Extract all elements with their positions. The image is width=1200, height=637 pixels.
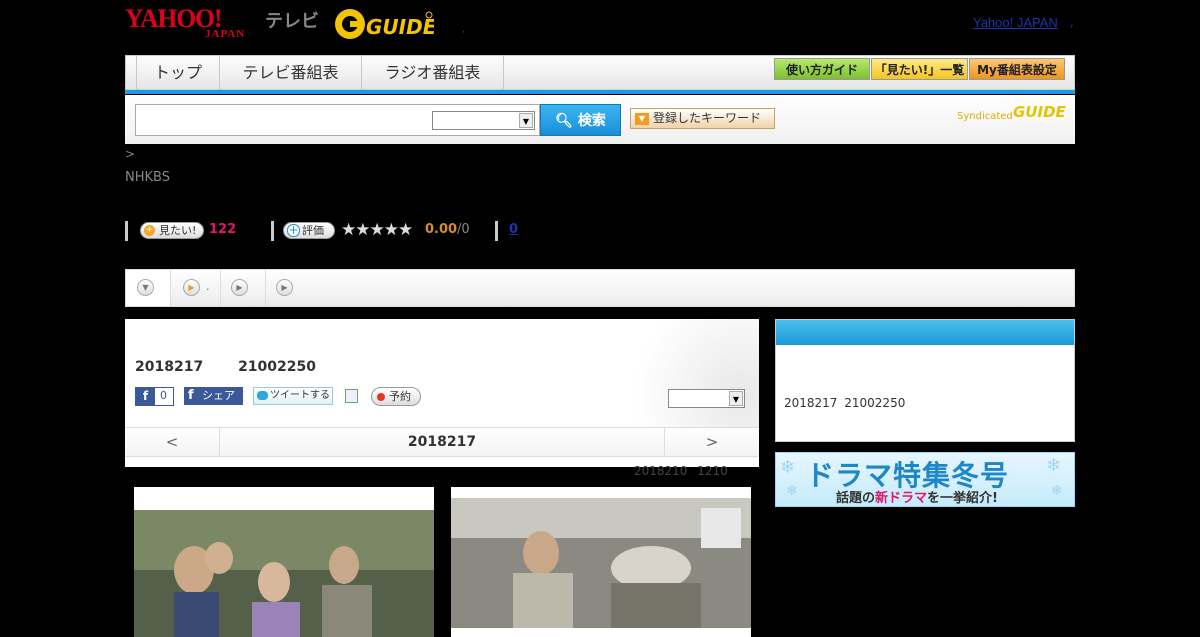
chevron-down-icon: ▼ xyxy=(519,113,533,128)
rate-button[interactable]: + 評価 xyxy=(283,222,335,239)
snowflake-icon: ❄ xyxy=(786,483,798,499)
tab-program-info[interactable]: ▼ xyxy=(126,270,171,306)
play-icon: ▶ xyxy=(183,279,200,296)
nav-tab-top[interactable]: トップ xyxy=(136,56,220,90)
plus-icon: + xyxy=(144,225,155,236)
plus-icon: + xyxy=(287,223,300,237)
facebook-icon: f xyxy=(188,388,194,403)
reserve-recording-button[interactable]: 予約 xyxy=(371,387,421,406)
gguide-logo[interactable]: GUIDE xyxy=(334,7,437,41)
usage-guide-button[interactable]: 使い方ガイド xyxy=(774,58,870,80)
panel-background-pattern xyxy=(579,319,759,427)
snowflake-icon: ❄ xyxy=(1051,483,1063,499)
nav-underline xyxy=(125,90,1075,94)
rating-score: 0.00 xyxy=(425,222,458,237)
chevron-down-icon: ▼ xyxy=(729,391,743,406)
recorder-select[interactable]: ▼ xyxy=(668,389,745,408)
header-separator-2: , xyxy=(1070,15,1074,29)
program-stats: + 見たい! 122 + 評価 ★★★★★ 0.00 /0 0 xyxy=(125,220,625,241)
tab-related-1-dot: . xyxy=(206,280,210,293)
yahoo-japan-link[interactable]: Yahoo! JAPAN xyxy=(973,15,1058,30)
play-icon: ▶ xyxy=(276,279,293,296)
play-icon: ▶ xyxy=(231,279,248,296)
tv-logo-text[interactable]: テレビ xyxy=(265,7,319,33)
triangle-down-icon: ▼ xyxy=(635,113,649,125)
facebook-like-button[interactable]: f 0 xyxy=(135,387,174,406)
day-navigation: < 2018217 > xyxy=(125,427,759,457)
tab-related-2[interactable]: ▶ xyxy=(221,270,266,306)
program-detail-panel: 2018217 21002250 f 0 f シェア ツイートする 予約 ▼ <… xyxy=(125,319,759,467)
stat-separator xyxy=(125,221,128,241)
tab-related-1[interactable]: ▶ . xyxy=(171,270,221,306)
sidebar-header xyxy=(776,320,1074,345)
next-day-button[interactable]: > xyxy=(664,428,759,456)
search-icon: 🔍︎ xyxy=(555,113,573,129)
drama-feature-banner[interactable]: ❄ ❄ ❄ ❄ ドラマ特集冬号 話題の新ドラマを一挙紹介! xyxy=(775,452,1075,507)
syndicated-label: Syndicated xyxy=(957,111,1013,122)
nav-tab-radio-schedule[interactable]: ラジオ番組表 xyxy=(362,56,504,90)
channel-name: NHKBS xyxy=(125,170,170,185)
sidebar-panel: 2018217 21002250 xyxy=(775,319,1075,442)
syndicated-gguide-logo: GUIDE xyxy=(1013,103,1066,121)
share-label: シェア xyxy=(202,389,235,402)
comments-link[interactable]: 0 xyxy=(509,222,518,237)
my-schedule-settings-button[interactable]: My番組表設定 xyxy=(969,58,1065,80)
search-button[interactable]: 🔍︎ 検索 xyxy=(540,104,621,136)
program-still-image-2 xyxy=(451,498,751,628)
banner-subtitle-highlight: 新ドラマ xyxy=(875,491,928,506)
stat-separator xyxy=(271,221,274,241)
facebook-share-button[interactable]: f シェア xyxy=(184,387,243,405)
banner-subtitle-pre: 話題の xyxy=(836,491,876,506)
japan-logo-text: JAPAN xyxy=(205,28,246,40)
sidebar-broadcast-datetime: 2018217 21002250 xyxy=(784,396,906,410)
rating-stars: ★★★★★ xyxy=(341,220,413,240)
current-day-label: 2018217 xyxy=(407,434,477,450)
broadcast-datetime: 2018217 21002250 xyxy=(135,359,316,375)
facebook-like-count: 0 xyxy=(160,389,167,402)
yahoo-japan-logo[interactable]: YAHOO! JAPAN xyxy=(125,6,261,42)
search-button-label: 検索 xyxy=(577,113,606,129)
search-category-select[interactable]: ▼ xyxy=(432,111,535,130)
want-button-label: 見たい! xyxy=(159,224,197,237)
header-separator: , xyxy=(462,24,466,35)
twitter-bird-icon xyxy=(257,391,268,400)
program-photo-1[interactable] xyxy=(134,487,434,637)
saved-keywords-button[interactable]: ▼ 登録したキーワード xyxy=(630,108,775,129)
search-area: ▼ 🔍︎ 検索 ▼ 登録したキーワード Syndicated GUIDE xyxy=(125,95,1075,144)
record-dot-icon xyxy=(377,393,385,401)
tab-related-3[interactable]: ▶ xyxy=(266,270,311,306)
banner-subtitle: 話題の新ドラマを一挙紹介! xyxy=(836,487,998,506)
rating-count: /0 xyxy=(457,222,470,237)
program-still-image-1 xyxy=(134,510,434,637)
program-tabs: ▼ ▶ . ▶ ▶ xyxy=(125,269,1075,307)
saved-keywords-label: 登録したキーワード xyxy=(653,111,762,125)
rate-button-label: 評価 xyxy=(302,224,324,237)
banner-subtitle-post: を一挙紹介! xyxy=(927,491,998,506)
tweet-label: ツイートする xyxy=(270,390,330,401)
previous-airing-info: 2018210 1210 xyxy=(634,464,728,478)
tweet-button[interactable]: ツイートする xyxy=(253,387,333,405)
snowflake-icon: ❄ xyxy=(1046,455,1062,476)
breadcrumb[interactable]: > xyxy=(125,147,135,161)
previous-day-button[interactable]: < xyxy=(125,428,220,456)
reserve-label: 予約 xyxy=(389,390,411,403)
chevron-down-icon: ▼ xyxy=(137,279,154,296)
stat-separator xyxy=(495,221,498,241)
global-nav: トップ テレビ番組表 ラジオ番組表 使い方ガイド 「見たい!」一覧 My番組表設… xyxy=(125,55,1075,90)
want-count: 122 xyxy=(209,222,237,237)
facebook-icon: f xyxy=(136,388,155,405)
want-list-button[interactable]: 「見たい!」一覧 xyxy=(871,58,968,80)
want-button[interactable]: + 見たい! xyxy=(140,222,204,239)
snowflake-icon: ❄ xyxy=(780,457,796,478)
svg-text:GUIDE: GUIDE xyxy=(366,15,434,39)
add-to-calendar-icon[interactable] xyxy=(345,389,358,403)
program-photo-2[interactable] xyxy=(451,487,751,637)
nav-tab-tv-schedule[interactable]: テレビ番組表 xyxy=(220,56,362,90)
